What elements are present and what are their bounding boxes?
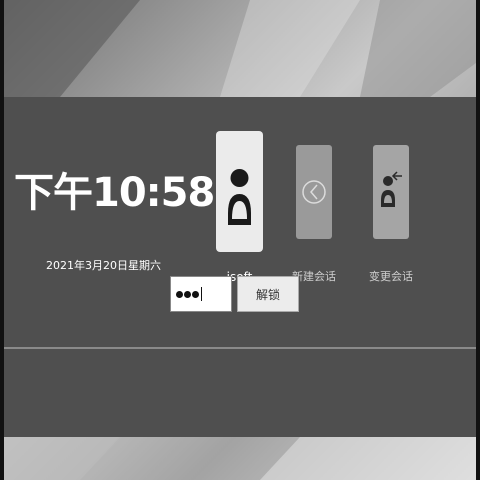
back-arrow-icon <box>302 180 326 204</box>
password-dot <box>176 290 183 298</box>
clock-date: 2021年3月20日星期六 <box>46 259 161 272</box>
session-new-button[interactable] <box>296 145 332 239</box>
session-label-switch: 变更会话 <box>369 270 413 283</box>
lock-panel: 下午10:58 2021年3月20日星期六 isoft 新建会话 变更会话 <box>4 97 476 437</box>
password-input[interactable] <box>170 276 232 312</box>
password-dot <box>192 290 199 298</box>
divider-line <box>4 347 476 349</box>
session-user-isoft[interactable] <box>216 131 263 252</box>
session-switch-button[interactable] <box>373 145 409 239</box>
unlock-button[interactable]: 解锁 <box>237 276 299 312</box>
password-dot <box>184 290 191 298</box>
switch-user-icon <box>381 171 402 207</box>
text-caret <box>201 287 202 301</box>
clock-time: 下午10:58 <box>14 170 215 216</box>
screen-edge-right <box>476 0 480 480</box>
user-icon <box>228 169 251 225</box>
